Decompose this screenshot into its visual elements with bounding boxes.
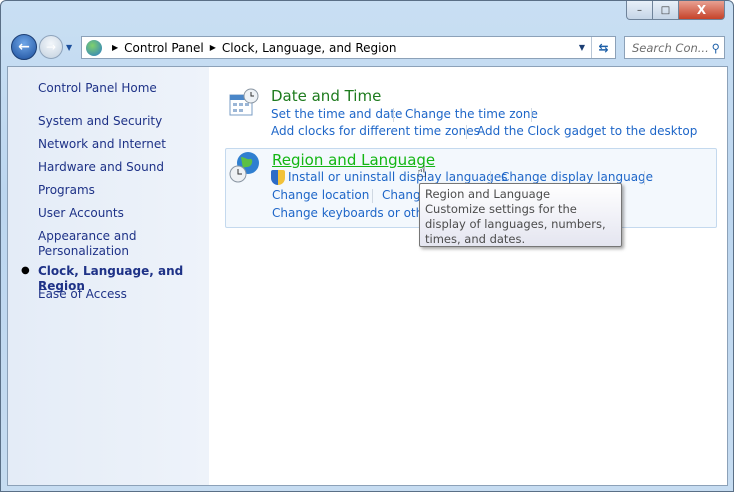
link-change-display-language[interactable]: Change display language bbox=[501, 170, 653, 184]
divider bbox=[531, 108, 532, 122]
link-change-time-zone[interactable]: Change the time zone bbox=[405, 107, 538, 121]
divider bbox=[466, 125, 467, 139]
category-title[interactable]: Date and Time bbox=[271, 87, 381, 105]
tooltip-body: Customize settings for the display of la… bbox=[425, 202, 606, 246]
arrow-right-icon: → bbox=[45, 40, 57, 54]
search-input[interactable]: Search Con... ⚲ bbox=[624, 36, 725, 59]
sidebar-item-hardware[interactable]: Hardware and Sound bbox=[38, 160, 164, 175]
breadcrumb-control-panel[interactable]: Control Panel bbox=[124, 41, 204, 55]
content-area: Control Panel Home System and Security N… bbox=[7, 66, 728, 486]
current-bullet-icon: ● bbox=[21, 265, 30, 276]
minimize-button[interactable]: – bbox=[626, 1, 653, 20]
sidebar-item-system-security[interactable]: System and Security bbox=[38, 114, 162, 129]
tooltip: Region and Language Customize settings f… bbox=[419, 183, 622, 247]
divider bbox=[644, 171, 645, 185]
link-install-display-languages[interactable]: Install or uninstall display languages bbox=[288, 170, 508, 184]
back-button[interactable]: ← bbox=[11, 34, 37, 60]
control-panel-icon bbox=[86, 39, 102, 56]
link-change-keyboards[interactable]: Change keyboards or other i bbox=[272, 206, 443, 220]
sidebar-item-home[interactable]: Control Panel Home bbox=[38, 81, 157, 96]
link-change-location[interactable]: Change location bbox=[272, 188, 369, 202]
tooltip-title: Region and Language bbox=[425, 187, 551, 201]
divider bbox=[393, 108, 394, 122]
calendar-clock-icon bbox=[229, 88, 259, 116]
category-date-time: Date and Time Set the time and date Chan… bbox=[225, 79, 717, 145]
breadcrumb-clock-language-region[interactable]: Clock, Language, and Region bbox=[222, 41, 397, 55]
globe-clock-icon bbox=[229, 152, 259, 183]
close-button[interactable]: X bbox=[679, 1, 725, 20]
link-add-clocks[interactable]: Add clocks for different time zones bbox=[271, 124, 480, 138]
search-icon[interactable]: ⚲ bbox=[712, 41, 720, 55]
refresh-button[interactable]: ⇆ bbox=[591, 37, 615, 58]
category-title[interactable]: Region and Language bbox=[272, 151, 435, 169]
link-clock-gadget[interactable]: Add the Clock gadget to the desktop bbox=[477, 124, 697, 138]
forward-button[interactable]: → bbox=[39, 35, 63, 59]
sidebar-item-programs[interactable]: Programs bbox=[38, 183, 95, 198]
recent-pages-chevron-icon[interactable]: ▼ bbox=[66, 43, 72, 52]
hand-cursor-icon: ☝ bbox=[417, 162, 427, 181]
caption-buttons: – □ X bbox=[626, 1, 725, 20]
sidebar-item-appearance[interactable]: Appearance and Personalization bbox=[38, 229, 148, 259]
maximize-button[interactable]: □ bbox=[653, 1, 679, 20]
search-placeholder: Search Con... bbox=[632, 40, 709, 55]
sidebar-item-user-accounts[interactable]: User Accounts bbox=[38, 206, 124, 221]
address-dropdown-icon[interactable]: ▼ bbox=[579, 43, 585, 52]
address-bar[interactable]: ▶ Control Panel ▶ Clock, Language, and R… bbox=[81, 36, 616, 59]
breadcrumb-arrow-icon[interactable]: ▶ bbox=[210, 43, 216, 52]
sidebar: Control Panel Home System and Security N… bbox=[8, 67, 209, 485]
breadcrumb-arrow-icon[interactable]: ▶ bbox=[112, 43, 118, 52]
arrow-left-icon: ← bbox=[18, 39, 30, 55]
navigation: ← → ▼ bbox=[11, 34, 72, 60]
window: – □ X ← → ▼ ▶ Control Panel ▶ Clock, Lan… bbox=[0, 0, 734, 492]
link-set-time-date[interactable]: Set the time and date bbox=[271, 107, 402, 121]
sidebar-item-ease-of-access[interactable]: Ease of Access bbox=[38, 287, 127, 302]
main-pane: Date and Time Set the time and date Chan… bbox=[209, 67, 727, 485]
sidebar-item-network[interactable]: Network and Internet bbox=[38, 137, 166, 152]
uac-shield-icon bbox=[271, 170, 285, 185]
divider bbox=[372, 189, 373, 203]
